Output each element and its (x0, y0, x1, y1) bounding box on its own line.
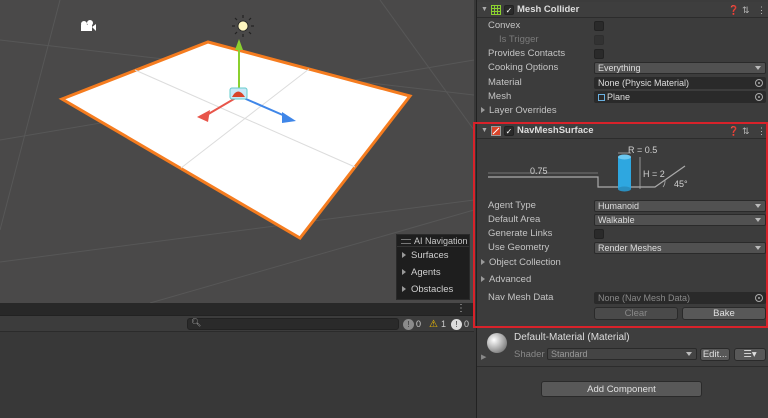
chevron-down-icon (755, 66, 761, 70)
mesh-collider-icon (491, 5, 501, 15)
highlight-box (473, 122, 768, 328)
chevron-right-icon (402, 269, 406, 276)
error-count: 0 (464, 319, 470, 329)
chevron-right-icon (402, 286, 406, 293)
ai-navigation-item-obstacles[interactable]: Obstacles (397, 281, 469, 298)
mesh-collider-title: Mesh Collider (517, 4, 580, 15)
cooking-options-value: Everything (598, 63, 641, 73)
search-icon: 🔍︎ (191, 318, 202, 327)
is-trigger-row: Is Trigger (477, 33, 768, 47)
provides-contacts-label: Provides Contacts (488, 48, 566, 59)
convex-checkbox[interactable] (594, 21, 604, 31)
is-trigger-label: Is Trigger (499, 34, 539, 45)
info-count: 0 (416, 319, 422, 329)
edit-shader-button[interactable]: Edit... (700, 348, 730, 361)
shader-options-button[interactable]: ☰▾ (734, 348, 766, 361)
info-count-toggle[interactable]: ! 0 (403, 317, 421, 331)
cooking-options-label: Cooking Options (488, 62, 559, 73)
item-label: Surfaces (411, 250, 449, 261)
cooking-options-dropdown[interactable]: Everything (594, 62, 766, 74)
provides-contacts-row: Provides Contacts (477, 47, 768, 61)
material-preview-icon (487, 333, 507, 353)
drag-handle-icon[interactable] (401, 239, 411, 245)
ai-navigation-item-agents[interactable]: Agents (397, 264, 469, 281)
ai-navigation-overlay[interactable]: AI Navigation Surfaces Agents Obstacles (396, 234, 470, 300)
material-label: Material (488, 77, 522, 88)
provides-contacts-checkbox[interactable] (594, 49, 604, 59)
convex-row: Convex (477, 19, 768, 33)
more-options-icon[interactable]: ⋮ (456, 303, 466, 314)
console-panel: ⋮ 🔍︎ ! 0 ⚠ 1 ! 0 (0, 303, 474, 418)
error-icon: ! (451, 319, 462, 331)
presets-icon[interactable]: ⇅ (742, 2, 750, 18)
item-label: Agents (411, 267, 441, 278)
mesh-label: Mesh (488, 91, 512, 102)
collapse-icon[interactable]: ▼ (481, 2, 488, 18)
item-label: Obstacles (411, 284, 454, 295)
shader-dropdown[interactable]: Standard (547, 348, 697, 360)
is-trigger-checkbox (594, 35, 604, 45)
mesh-value: Plane (607, 92, 631, 102)
chevron-down-icon (686, 352, 692, 356)
object-picker-icon[interactable] (755, 79, 763, 87)
error-count-toggle[interactable]: ! 0 (451, 317, 469, 331)
ai-navigation-header[interactable]: AI Navigation (397, 235, 469, 247)
add-component-button[interactable]: Add Component (541, 381, 702, 397)
console-search-input[interactable]: 🔍︎ (187, 318, 399, 330)
mesh-row: Mesh Plane (477, 90, 768, 104)
chevron-right-icon (481, 107, 485, 114)
shader-label: Shader (514, 349, 545, 360)
object-picker-icon[interactable] (755, 93, 763, 101)
chevron-right-icon (402, 252, 406, 259)
ai-navigation-item-surfaces[interactable]: Surfaces (397, 247, 469, 264)
help-icon[interactable]: ❓ (728, 2, 739, 18)
cooking-options-row: Cooking Options Everything (477, 61, 768, 75)
material-section: ▶ Default-Material (Material) Shader Sta… (477, 327, 768, 367)
info-icon: ! (403, 319, 414, 331)
more-options-icon[interactable]: ⋮ (757, 2, 766, 18)
y-axis-arrow[interactable] (235, 39, 243, 50)
material-title: Default-Material (Material) (514, 332, 630, 343)
mesh-field[interactable]: Plane (594, 91, 766, 103)
warning-count-toggle[interactable]: ⚠ 1 (428, 317, 446, 331)
mesh-asset-icon (598, 94, 605, 101)
material-row: Material None (Physic Material) (477, 76, 768, 90)
expand-icon[interactable]: ▶ (481, 353, 486, 361)
console-tabbar: ⋮ (0, 303, 474, 316)
layer-overrides-foldout[interactable]: Layer Overrides (477, 104, 768, 118)
light-gizmo-icon[interactable] (232, 15, 254, 37)
convex-label: Convex (488, 20, 521, 31)
list-icon: ☰▾ (743, 349, 757, 360)
layer-overrides-label: Layer Overrides (489, 105, 557, 116)
material-value: None (Physic Material) (598, 78, 690, 88)
scene-view[interactable]: AI Navigation Surfaces Agents Obstacles (0, 0, 474, 303)
material-field[interactable]: None (Physic Material) (594, 77, 766, 89)
ai-navigation-title: AI Navigation (414, 236, 468, 246)
console-toolbar: 🔍︎ ! 0 ⚠ 1 ! 0 (0, 316, 474, 332)
warning-icon: ⚠ (429, 319, 438, 331)
plane-object[interactable] (58, 40, 413, 240)
mesh-collider-enabled-checkbox[interactable]: ✓ (504, 5, 514, 15)
mesh-collider-header[interactable]: ▼ ✓ Mesh Collider ❓ ⇅ ⋮ (477, 2, 768, 18)
warning-count: 1 (441, 319, 447, 329)
camera-gizmo-icon[interactable] (81, 20, 96, 31)
shader-value: Standard (551, 349, 588, 359)
